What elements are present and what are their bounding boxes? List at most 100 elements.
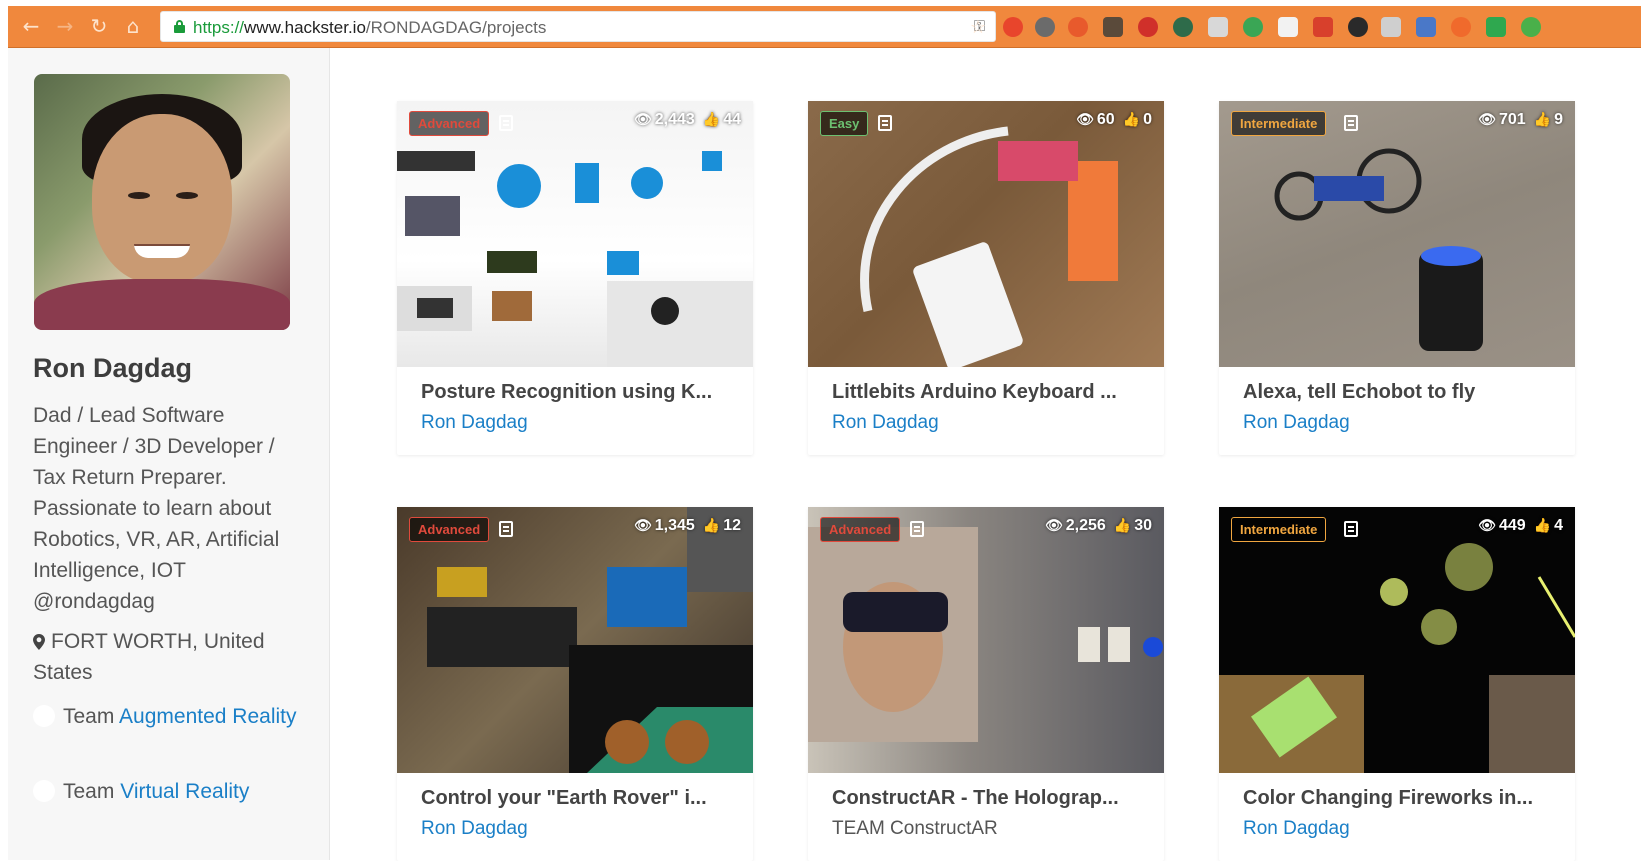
thumbs-up-icon: 👍	[702, 518, 721, 534]
project-thumbnail[interactable]: Intermediate 👁 449 👍 4	[1219, 507, 1575, 773]
url-path: /RONDAGDAG/projects	[365, 18, 547, 37]
url-host: www.hackster.io	[244, 18, 366, 37]
extension-icon-5[interactable]	[1173, 17, 1193, 37]
team-item: Team Augmented Reality	[33, 701, 308, 733]
extension-icon-12[interactable]	[1521, 17, 1541, 37]
project-title[interactable]: Color Changing Fireworks in...	[1243, 787, 1551, 810]
project-stats: 👁 449 👍 4	[1470, 517, 1563, 535]
project-thumbnail[interactable]: Advanced 👁 2,443 👍 44	[397, 101, 753, 367]
view-count: 60	[1096, 111, 1115, 128]
location-text: FORT WORTH, United States	[33, 630, 265, 684]
eye-icon: 👁	[1044, 518, 1063, 534]
extension-icon-10[interactable]	[1381, 17, 1401, 37]
url-text[interactable]: https://www.hackster.io/RONDAGDAG/projec…	[193, 18, 546, 38]
project-title[interactable]: Posture Recognition using K...	[421, 381, 729, 404]
like-count: 44	[723, 111, 741, 128]
bookmark-star-icon[interactable]: ☆	[968, 17, 988, 37]
profile-location: FORT WORTH, United States	[33, 626, 308, 688]
browser-toolbar: ← → ↻ ⌂ https://www.hackster.io/RONDAGDA…	[8, 6, 1641, 48]
project-card[interactable]: Easy 👁 60 👍 0 Littlebits Arduino Keyboard .…	[808, 101, 1164, 455]
extension-icon-3[interactable]	[1103, 17, 1123, 37]
profile-bio: Dad / Lead Software Engineer / 3D Develo…	[33, 404, 280, 613]
extension-icon-1[interactable]	[1003, 17, 1023, 37]
project-title[interactable]: Littlebits Arduino Keyboard ...	[832, 381, 1140, 404]
thumbs-up-icon: 👍	[1533, 518, 1552, 534]
extension-icon-8[interactable]	[1278, 17, 1298, 37]
project-author[interactable]: Ron Dagdag	[832, 412, 1140, 434]
diagram-thumbnail-art	[397, 151, 753, 367]
eye-icon: 👁	[633, 112, 652, 128]
project-card[interactable]: Intermediate 👁 449 👍 4 Color Changing Firew…	[1219, 507, 1575, 861]
project-stats: 👁 701 👍 9	[1470, 111, 1563, 129]
extension-icon-11[interactable]	[1451, 17, 1471, 37]
project-author[interactable]: Ron Dagdag	[421, 818, 729, 840]
fireworks-thumbnail-art	[1219, 543, 1575, 773]
project-card[interactable]: Advanced 👁 1,345 👍 12 Control your "Earth R…	[397, 507, 753, 861]
like-count: 9	[1554, 111, 1563, 128]
profile-sidebar: Ron Dagdag Dad / Lead Software Engineer …	[8, 48, 330, 860]
project-thumbnail[interactable]: Easy 👁 60 👍 0	[808, 101, 1164, 367]
hololens-thumbnail-art	[808, 527, 1163, 742]
project-author[interactable]: Ron Dagdag	[1243, 818, 1551, 840]
thumbs-up-icon: 👍	[702, 112, 721, 128]
project-thumbnail[interactable]: Advanced 👁 2,256 👍 30	[808, 507, 1164, 773]
difficulty-badge: Intermediate	[1231, 517, 1327, 542]
thumbs-up-icon: 👍	[1533, 112, 1552, 128]
project-thumbnail[interactable]: Intermediate 👁 701 👍 9	[1219, 101, 1575, 367]
back-icon[interactable]: ←	[20, 15, 42, 37]
team-link[interactable]: Augmented Reality	[119, 705, 296, 728]
view-count: 2,443	[654, 111, 695, 128]
project-card[interactable]: Advanced 👁 2,443 👍 44 Posture Recognition u…	[397, 101, 753, 455]
project-title[interactable]: Control your "Earth Rover" i...	[421, 787, 729, 810]
extension-icon-7[interactable]	[1243, 17, 1263, 37]
view-count: 701	[1498, 111, 1526, 128]
team-item: Team Virtual Reality	[33, 776, 308, 808]
book-icon	[910, 521, 924, 537]
team-prefix: Team	[63, 780, 115, 803]
lock-icon	[174, 20, 185, 33]
thumbs-up-icon: 👍	[1122, 112, 1141, 128]
difficulty-badge: Easy	[820, 111, 869, 136]
project-title[interactable]: ConstructAR - The Holograp...	[832, 787, 1140, 810]
project-stats: 👁 60 👍 0	[1068, 111, 1152, 129]
eye-icon: 👁	[1478, 112, 1496, 128]
extension-icon-4[interactable]	[1138, 17, 1158, 37]
extension-icon-2[interactable]	[1068, 17, 1088, 37]
like-count: 0	[1143, 111, 1152, 128]
team-avatar	[33, 780, 55, 802]
translate-extension-icon[interactable]	[1416, 17, 1436, 37]
difficulty-badge: Advanced	[820, 517, 901, 542]
map-pin-icon	[33, 634, 45, 650]
like-count: 4	[1554, 517, 1563, 534]
team-prefix: Team	[63, 705, 115, 728]
project-title[interactable]: Alexa, tell Echobot to fly	[1243, 381, 1551, 404]
book-icon	[1344, 521, 1358, 537]
url-scheme: https://	[193, 18, 245, 37]
eye-icon: 👁	[1076, 112, 1094, 128]
home-icon[interactable]: ⌂	[122, 15, 144, 37]
project-author[interactable]: Ron Dagdag	[1243, 412, 1551, 434]
address-bar[interactable]: https://www.hackster.io/RONDAGDAG/projec…	[160, 11, 996, 42]
drive-extension-icon[interactable]	[1486, 17, 1506, 37]
project-author[interactable]: TEAM ConstructAR	[832, 818, 1140, 840]
owl-extension-icon[interactable]	[1348, 17, 1368, 37]
extension-icon-9[interactable]	[1313, 17, 1333, 37]
like-count: 30	[1134, 517, 1152, 534]
project-stats: 👁 1,345 👍 12	[626, 517, 741, 535]
book-icon	[499, 115, 513, 131]
profile-name: Ron Dagdag	[33, 353, 192, 383]
project-author[interactable]: Ron Dagdag	[421, 412, 729, 434]
book-icon	[1344, 115, 1358, 131]
project-card[interactable]: Intermediate 👁 701 👍 9 Alexa, tell Echobot …	[1219, 101, 1575, 455]
team-link[interactable]: Virtual Reality	[120, 780, 249, 803]
forward-icon[interactable]: →	[54, 15, 76, 37]
project-thumbnail[interactable]: Advanced 👁 1,345 👍 12	[397, 507, 753, 773]
view-count: 2,256	[1065, 517, 1106, 534]
gear-extension-icon[interactable]	[1035, 17, 1055, 37]
extension-icon-6[interactable]	[1208, 17, 1228, 37]
reload-icon[interactable]: ↻	[88, 15, 110, 37]
avatar[interactable]	[34, 74, 290, 330]
project-card[interactable]: Advanced 👁 2,256 👍 30 ConstructAR - The Hol…	[808, 507, 1164, 861]
littlebits-thumbnail-art	[860, 126, 1118, 367]
difficulty-badge: Advanced	[409, 517, 490, 542]
